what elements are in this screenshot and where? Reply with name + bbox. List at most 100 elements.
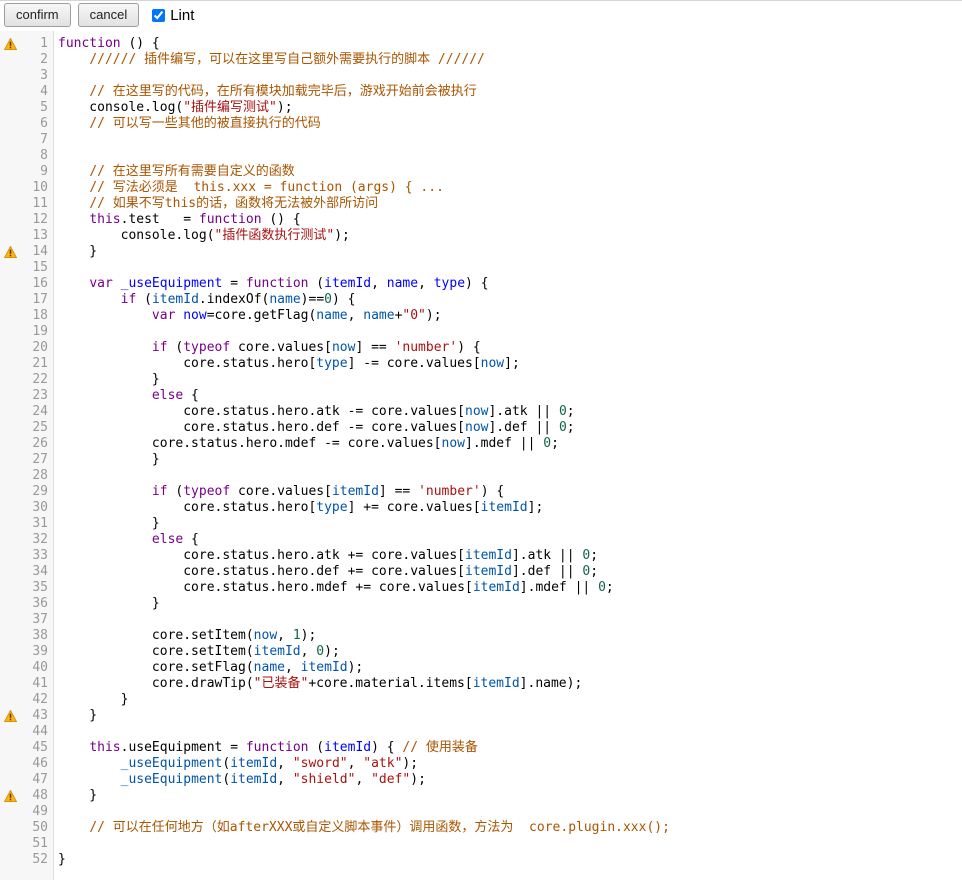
code-line-row: 44 — [0, 724, 962, 740]
code-line-row: 30 core.status.hero[type] += core.values… — [0, 500, 962, 516]
line-number: 50 — [19, 820, 54, 836]
code-line-row: 5 console.log("插件编写测试"); — [0, 100, 962, 116]
code-line[interactable]: // 可以写一些其他的被直接执行的代码 — [54, 116, 321, 132]
code-line[interactable]: var _useEquipment = function (itemId, na… — [54, 276, 489, 292]
code-line[interactable]: core.drawTip("已装备"+core.material.items[i… — [54, 676, 582, 692]
code-line[interactable]: ////// 插件编写，可以在这里写自己额外需要执行的脚本 ////// — [54, 52, 485, 68]
code-line-row: 32 else { — [0, 532, 962, 548]
line-number: 11 — [19, 196, 54, 212]
code-line[interactable]: } — [54, 372, 160, 388]
gutter-cell: 6 — [0, 116, 54, 132]
code-line[interactable]: var now=core.getFlag(name, name+"0"); — [54, 308, 442, 324]
line-number: 4 — [19, 84, 54, 100]
code-line-row: 9 // 在这里写所有需要自定义的函数 — [0, 164, 962, 180]
code-line[interactable]: console.log("插件函数执行测试"); — [54, 228, 350, 244]
code-line[interactable]: } — [54, 692, 128, 708]
code-line[interactable]: if (typeof core.values[itemId] == 'numbe… — [54, 484, 504, 500]
code-line[interactable]: // 在这里写所有需要自定义的函数 — [54, 164, 295, 180]
code-line[interactable]: } — [54, 244, 97, 260]
line-number: 27 — [19, 452, 54, 468]
code-line[interactable]: core.status.hero.def += core.values[item… — [54, 564, 598, 580]
code-line[interactable] — [54, 468, 58, 484]
gutter-cell: 9 — [0, 164, 54, 180]
line-number: 34 — [19, 564, 54, 580]
code-line[interactable] — [54, 804, 58, 820]
gutter-cell: 24 — [0, 404, 54, 420]
code-line[interactable] — [54, 612, 58, 628]
code-line[interactable]: this.useEquipment = function (itemId) { … — [54, 740, 478, 756]
warning-triangle-icon[interactable] — [0, 246, 19, 258]
cancel-button[interactable]: cancel — [78, 3, 140, 27]
code-line[interactable] — [54, 260, 58, 276]
code-line[interactable]: this.test = function () { — [54, 212, 301, 228]
gutter-cell: 19 — [0, 324, 54, 340]
code-line[interactable]: else { — [54, 532, 199, 548]
code-line[interactable]: core.status.hero.mdef -= core.values[now… — [54, 436, 559, 452]
code-line[interactable]: } — [54, 788, 97, 804]
gutter-cell: 32 — [0, 532, 54, 548]
code-line-row: 21 core.status.hero[type] -= core.values… — [0, 356, 962, 372]
code-line[interactable] — [54, 68, 58, 84]
code-line[interactable]: function () { — [54, 36, 160, 52]
code-line[interactable]: core.status.hero[type] += core.values[it… — [54, 500, 543, 516]
code-line[interactable]: if (typeof core.values[now] == 'number')… — [54, 340, 481, 356]
code-line[interactable]: core.status.hero.def -= core.values[now]… — [54, 420, 575, 436]
code-line[interactable]: // 在这里写的代码，在所有模块加载完毕后，游戏开始前会被执行 — [54, 84, 477, 100]
code-line[interactable]: console.log("插件编写测试"); — [54, 100, 293, 116]
code-line[interactable]: core.status.hero.atk -= core.values[now]… — [54, 404, 575, 420]
code-line-row: 36 } — [0, 596, 962, 612]
code-line[interactable]: core.setFlag(name, itemId); — [54, 660, 363, 676]
gutter-cell: 28 — [0, 468, 54, 484]
code-line[interactable]: } — [54, 852, 66, 868]
code-line[interactable]: core.setItem(itemId, 0); — [54, 644, 340, 660]
code-line[interactable]: } — [54, 708, 97, 724]
gutter-cell: 26 — [0, 436, 54, 452]
gutter-cell: 36 — [0, 596, 54, 612]
gutter-cell: 25 — [0, 420, 54, 436]
code-line-row: 6 // 可以写一些其他的被直接执行的代码 — [0, 116, 962, 132]
code-line[interactable] — [54, 148, 58, 164]
code-line-row: 1function () { — [0, 36, 962, 52]
warning-triangle-icon[interactable] — [0, 710, 19, 722]
lint-checkbox[interactable] — [152, 9, 165, 22]
code-line-row: 47 _useEquipment(itemId, "shield", "def"… — [0, 772, 962, 788]
line-number: 42 — [19, 692, 54, 708]
gutter-cell: 2 — [0, 52, 54, 68]
line-number: 44 — [19, 724, 54, 740]
gutter-cell: 47 — [0, 772, 54, 788]
code-line[interactable]: // 可以在任何地方（如afterXXX或自定义脚本事件）调用函数，方法为 co… — [54, 820, 670, 836]
code-line-row: 7 — [0, 132, 962, 148]
gutter-cell: 8 — [0, 148, 54, 164]
code-line[interactable]: } — [54, 516, 160, 532]
gutter-cell: 15 — [0, 260, 54, 276]
line-number: 40 — [19, 660, 54, 676]
code-line[interactable]: core.status.hero.mdef += core.values[ite… — [54, 580, 614, 596]
code-line[interactable] — [54, 724, 58, 740]
lint-toggle: Lint — [152, 7, 194, 24]
code-line[interactable]: _useEquipment(itemId, "sword", "atk"); — [54, 756, 418, 772]
line-number: 2 — [19, 52, 54, 68]
toolbar: confirm cancel Lint — [0, 1, 962, 31]
code-line[interactable]: } — [54, 452, 160, 468]
code-editor[interactable]: 1function () {2 ////// 插件编写，可以在这里写自己额外需要… — [0, 31, 962, 880]
gutter-cell: 23 — [0, 388, 54, 404]
code-line[interactable] — [54, 836, 58, 852]
line-number: 38 — [19, 628, 54, 644]
confirm-button[interactable]: confirm — [4, 3, 71, 27]
code-line[interactable]: else { — [54, 388, 199, 404]
gutter-cell: 39 — [0, 644, 54, 660]
code-line[interactable]: if (itemId.indexOf(name)==0) { — [54, 292, 355, 308]
code-line[interactable]: // 写法必须是 this.xxx = function (args) { ..… — [54, 180, 444, 196]
line-number: 33 — [19, 548, 54, 564]
code-line[interactable]: // 如果不写this的话，函数将无法被外部所访问 — [54, 196, 378, 212]
code-line[interactable]: _useEquipment(itemId, "shield", "def"); — [54, 772, 426, 788]
warning-triangle-icon[interactable] — [0, 38, 19, 50]
code-line-row: 43 } — [0, 708, 962, 724]
code-line[interactable]: } — [54, 596, 160, 612]
code-line[interactable]: core.status.hero[type] -= core.values[no… — [54, 356, 520, 372]
code-line[interactable]: core.setItem(now, 1); — [54, 628, 316, 644]
code-line[interactable] — [54, 132, 58, 148]
code-line[interactable]: core.status.hero.atk += core.values[item… — [54, 548, 598, 564]
code-line[interactable] — [54, 324, 58, 340]
warning-triangle-icon[interactable] — [0, 790, 19, 802]
